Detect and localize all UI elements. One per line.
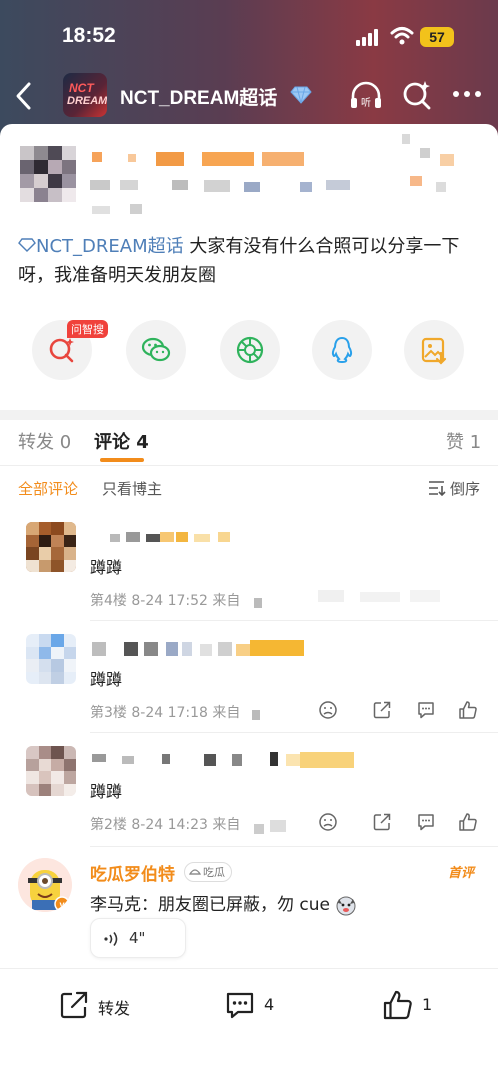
like-icon[interactable] bbox=[458, 700, 478, 720]
comment-filter: 全部评论 只看博主 倒序 bbox=[0, 466, 498, 510]
comment-icon bbox=[226, 992, 254, 1019]
like-button[interactable]: 1 bbox=[382, 989, 452, 1023]
more-icon[interactable] bbox=[452, 90, 482, 98]
faded-redaction bbox=[318, 590, 344, 602]
ask-search-icon bbox=[49, 338, 74, 363]
comment-separator bbox=[90, 732, 498, 733]
like-icon bbox=[383, 990, 412, 1020]
fan-tag-icon bbox=[189, 869, 201, 875]
reply-icon[interactable] bbox=[416, 700, 436, 720]
source-redacted bbox=[254, 598, 262, 608]
tab-comment[interactable]: 评论 4 bbox=[94, 428, 149, 454]
sort-icon[interactable] bbox=[428, 480, 446, 496]
verified-badge-icon: v bbox=[54, 896, 70, 912]
share-icon[interactable] bbox=[372, 812, 392, 832]
comment-meta: 第4楼 8-24 17:52 来自 bbox=[90, 593, 241, 609]
comment-text: 蹲蹲 bbox=[90, 670, 123, 689]
sort-toggle[interactable]: 倒序 bbox=[450, 478, 480, 499]
diamond-icon bbox=[290, 86, 312, 104]
faded-redaction bbox=[410, 590, 440, 602]
commenter-avatar[interactable] bbox=[26, 746, 76, 796]
wifi-icon bbox=[390, 27, 414, 45]
voice-message[interactable]: 4" bbox=[90, 918, 186, 958]
husky-emoji-icon bbox=[336, 896, 356, 916]
comment-separator bbox=[90, 620, 498, 621]
status-time: 18:52 bbox=[62, 24, 116, 47]
source-redacted bbox=[254, 824, 264, 834]
save-image-button[interactable] bbox=[404, 320, 464, 380]
back-arrow-icon[interactable] bbox=[12, 80, 36, 112]
tab-like[interactable]: 赞 1 bbox=[446, 428, 481, 454]
tab-indicator bbox=[100, 458, 144, 462]
share-qq-button[interactable] bbox=[312, 320, 372, 380]
comment-count: 4 bbox=[264, 995, 275, 1014]
supertopic-avatar[interactable]: NCT DREAM bbox=[63, 73, 107, 117]
source-redacted bbox=[252, 710, 260, 720]
search-icon[interactable] bbox=[400, 78, 434, 112]
svg-text:v: v bbox=[59, 900, 64, 910]
avatar-text-1: NCT bbox=[69, 81, 94, 95]
dislike-icon[interactable] bbox=[318, 812, 338, 832]
page-title[interactable]: NCT_DREAM超话 bbox=[120, 83, 277, 110]
comment-meta: 第3楼 8-24 17:18 来自 bbox=[90, 705, 241, 721]
signal-icon bbox=[356, 28, 382, 46]
repost-label: 转发 bbox=[98, 999, 131, 1018]
wechat-icon bbox=[141, 337, 171, 362]
ask-search-badge: 问智搜 bbox=[67, 320, 108, 338]
post-card: NCT_DREAM超话 大家有没有什么合照可以分享一下呀，我准备明天发朋友圈 问… bbox=[0, 124, 498, 410]
hot-commenter-avatar[interactable]: v bbox=[18, 858, 72, 912]
hot-commenter-name[interactable]: 吃瓜罗伯特 bbox=[90, 860, 175, 885]
save-image-icon bbox=[421, 337, 447, 365]
hot-comment-body: 李马克：朋友圈已屏蔽，勿 cue bbox=[90, 895, 330, 915]
filter-author-only[interactable]: 只看博主 bbox=[102, 478, 162, 499]
repost-icon bbox=[60, 991, 88, 1019]
first-comment-badge: 首评 bbox=[448, 866, 475, 881]
topic-diamond-icon bbox=[18, 236, 36, 257]
source-redacted bbox=[270, 820, 286, 832]
detail-tabs: 转发 0 评论 4 赞 1 bbox=[0, 420, 498, 466]
like-icon[interactable] bbox=[458, 812, 478, 832]
topic-link[interactable]: NCT_DREAM超话 bbox=[36, 236, 184, 257]
listen-icon[interactable]: 听 bbox=[348, 78, 384, 114]
status-bar: 18:52 57 bbox=[0, 0, 498, 70]
voice-length: 4" bbox=[129, 929, 146, 947]
faded-redaction bbox=[360, 592, 400, 602]
svg-text:听: 听 bbox=[361, 97, 371, 109]
section-divider bbox=[0, 410, 498, 420]
top-nav: NCT DREAM NCT_DREAM超话 听 bbox=[0, 70, 498, 124]
bottom-action-bar: 转发 4 1 bbox=[0, 968, 498, 1080]
dislike-icon[interactable] bbox=[318, 700, 338, 720]
tab-repost[interactable]: 转发 0 bbox=[18, 428, 71, 454]
share-moments-button[interactable] bbox=[220, 320, 280, 380]
post-body: NCT_DREAM超话 大家有没有什么合照可以分享一下呀，我准备明天发朋友圈 bbox=[18, 232, 488, 290]
comment-text: 蹲蹲 bbox=[90, 782, 123, 801]
comment-separator bbox=[90, 846, 498, 847]
fan-tag: 吃瓜 bbox=[184, 862, 232, 882]
voice-wave-icon bbox=[104, 932, 118, 946]
qq-icon bbox=[331, 336, 353, 364]
battery-indicator: 57 bbox=[420, 27, 454, 47]
share-wechat-button[interactable] bbox=[126, 320, 186, 380]
hot-comment-text: 李马克：朋友圈已屏蔽，勿 cue bbox=[90, 890, 357, 916]
share-icon[interactable] bbox=[372, 700, 392, 720]
commenter-avatar[interactable] bbox=[26, 522, 76, 572]
author-avatar[interactable] bbox=[20, 146, 76, 202]
fan-tag-label: 吃瓜 bbox=[203, 866, 225, 879]
reply-icon[interactable] bbox=[416, 812, 436, 832]
comment-meta: 第2楼 8-24 14:23 来自 bbox=[90, 817, 241, 833]
like-count: 1 bbox=[422, 995, 433, 1014]
comment-button[interactable]: 4 bbox=[224, 989, 294, 1023]
commenter-avatar[interactable] bbox=[26, 634, 76, 684]
filter-all-comments[interactable]: 全部评论 bbox=[18, 478, 78, 499]
avatar-text-2: DREAM bbox=[67, 95, 107, 107]
repost-button[interactable]: 转发 bbox=[58, 989, 148, 1023]
moments-icon bbox=[236, 336, 264, 364]
comment-text: 蹲蹲 bbox=[90, 558, 123, 577]
